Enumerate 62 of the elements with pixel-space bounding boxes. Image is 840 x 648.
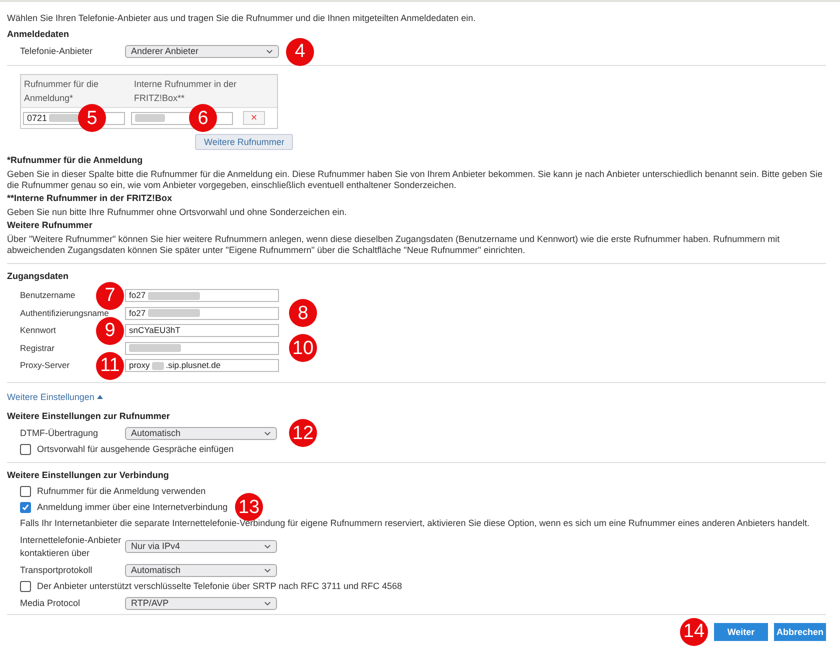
checkbox-label: Der Anbieter unterstützt verschlüsselte Telefonie über SRTP nach RFC 3711 und RFC 4568: [37, 580, 402, 592]
callout-badge: 12: [289, 419, 317, 447]
text-input[interactable]: fo27: [125, 306, 279, 320]
callout-badge: 10: [289, 334, 317, 362]
callout-badge: 9: [96, 316, 124, 345]
action-button[interactable]: Abbrechen: [774, 622, 826, 640]
note-heading: Weitere Rufnummer: [7, 220, 94, 231]
chevron-icon: [264, 600, 271, 606]
add-number-button[interactable]: Weitere Rufnummer: [195, 134, 294, 150]
field-label: Kennwort: [20, 325, 56, 336]
checkbox[interactable]: [20, 444, 31, 454]
field-label: Benutzername: [20, 290, 76, 300]
checkbox-label: Anmeldung immer über eine Internetverbindung: [37, 502, 228, 512]
intro-text: Wählen Sie Ihren Telefonie-Anbieter aus und tragen Sie die Rufnummer und die Ihnen mitgeteilten Anmeldedaten ein.: [7, 13, 477, 24]
dropdown-select[interactable]: Automatisch: [125, 564, 277, 576]
field-label: DTMF-Übertragung: [20, 426, 100, 440]
chevron-icon: [264, 544, 271, 549]
dropdown-select[interactable]: RTP/AVP: [125, 596, 277, 610]
field-label: Authentifizierungsname: [20, 308, 109, 318]
text-input[interactable]: snCYaEU3hT: [125, 324, 279, 338]
note-text: Über "Weitere Rufnummer" können Sie hier weitere Rufnummern anlegen, wenn diese dieselben Zugangsdaten (Benutzername und Kennwort) wie die erste Rufnummer haben. Rufnummern mit abweichenden Zugangsdaten können Sie später unter "Eigene Rufnummern" über die Schaltfläche "Neue Rufnummer" einrichten.: [7, 234, 781, 256]
note-heading: *Rufnummer für die Anmeldung: [7, 155, 144, 166]
more-settings-link[interactable]: Weitere Einstellungen: [7, 392, 104, 402]
checkbox[interactable]: [20, 580, 31, 592]
callout-badge: 7: [96, 282, 124, 310]
section-heading: Zugangsdaten: [7, 271, 70, 282]
callout-badge: 6: [189, 104, 217, 132]
delete-button[interactable]: ×: [243, 111, 265, 125]
field-label: Transportprotokoll: [20, 564, 94, 576]
action-button[interactable]: Weiter: [714, 622, 768, 640]
checkbox[interactable]: [20, 502, 31, 512]
text-input[interactable]: proxy .sip.plusnet.de: [125, 359, 279, 372]
field-label: Proxy-Server: [20, 360, 70, 370]
section-heading: Weitere Einstellungen zur Verbindung: [7, 470, 170, 480]
checkbox-label: Ortsvorwahl für ausgehende Gespräche einfügen: [37, 444, 234, 454]
chevron-icon: [264, 430, 271, 436]
text-input[interactable]: [125, 342, 279, 355]
provider-select[interactable]: Anderer Anbieter: [125, 45, 279, 58]
note-text: Geben Sie in dieser Spalte bitte die Rufnummer für die Anmeldung ein. Diese Rufnummer haben Sie von Ihrem Anbieter bekommen. Sie kann je nach Anbieter unterschiedlich benannt sein. Bitte geben Sie die Rufnummer genau so ein, wie vom Anbieter vorgegeben, einschließlich eventuell enthaltener Sonderzeichen.: [7, 169, 824, 191]
callout-badge: 14: [680, 618, 708, 646]
note-heading: **Interne Rufnummer in der FRITZ!Box: [7, 193, 174, 204]
note-text: Geben Sie nun bitte Ihre Rufnummer ohne Ortsvorwahl und ohne Sonderzeichen ein.: [7, 207, 348, 218]
dropdown-select[interactable]: Nur via IPv4: [125, 540, 277, 553]
column-header: Interne Rufnummer in der FRITZ!Box**: [134, 78, 238, 105]
section-heading: Weitere Einstellungen zur Rufnummer: [7, 410, 171, 422]
callout-badge: 5: [78, 104, 106, 132]
callout-badge: 11: [96, 352, 124, 380]
dropdown-select[interactable]: Automatisch: [125, 426, 277, 440]
text-input[interactable]: fo27: [125, 289, 279, 302]
checkbox-label: Rufnummer für die Anmeldung verwenden: [37, 486, 206, 496]
field-label: Telefonie-Anbieter: [20, 46, 94, 57]
field-label: Registrar: [20, 342, 54, 353]
callout-badge: 4: [286, 38, 314, 66]
callout-badge: 13: [235, 493, 263, 521]
section-heading: Anmeldedaten: [7, 29, 70, 40]
checkbox[interactable]: [20, 486, 31, 496]
field-label: Media Protocol: [20, 596, 82, 610]
chevron-icon: [264, 568, 271, 572]
callout-badge: 8: [289, 299, 317, 328]
chevron-icon: [266, 49, 273, 54]
column-header: Rufnummer für die Anmeldung*: [24, 78, 100, 105]
field-label: Internettelefonie-Anbieter kontaktieren über: [20, 534, 122, 560]
